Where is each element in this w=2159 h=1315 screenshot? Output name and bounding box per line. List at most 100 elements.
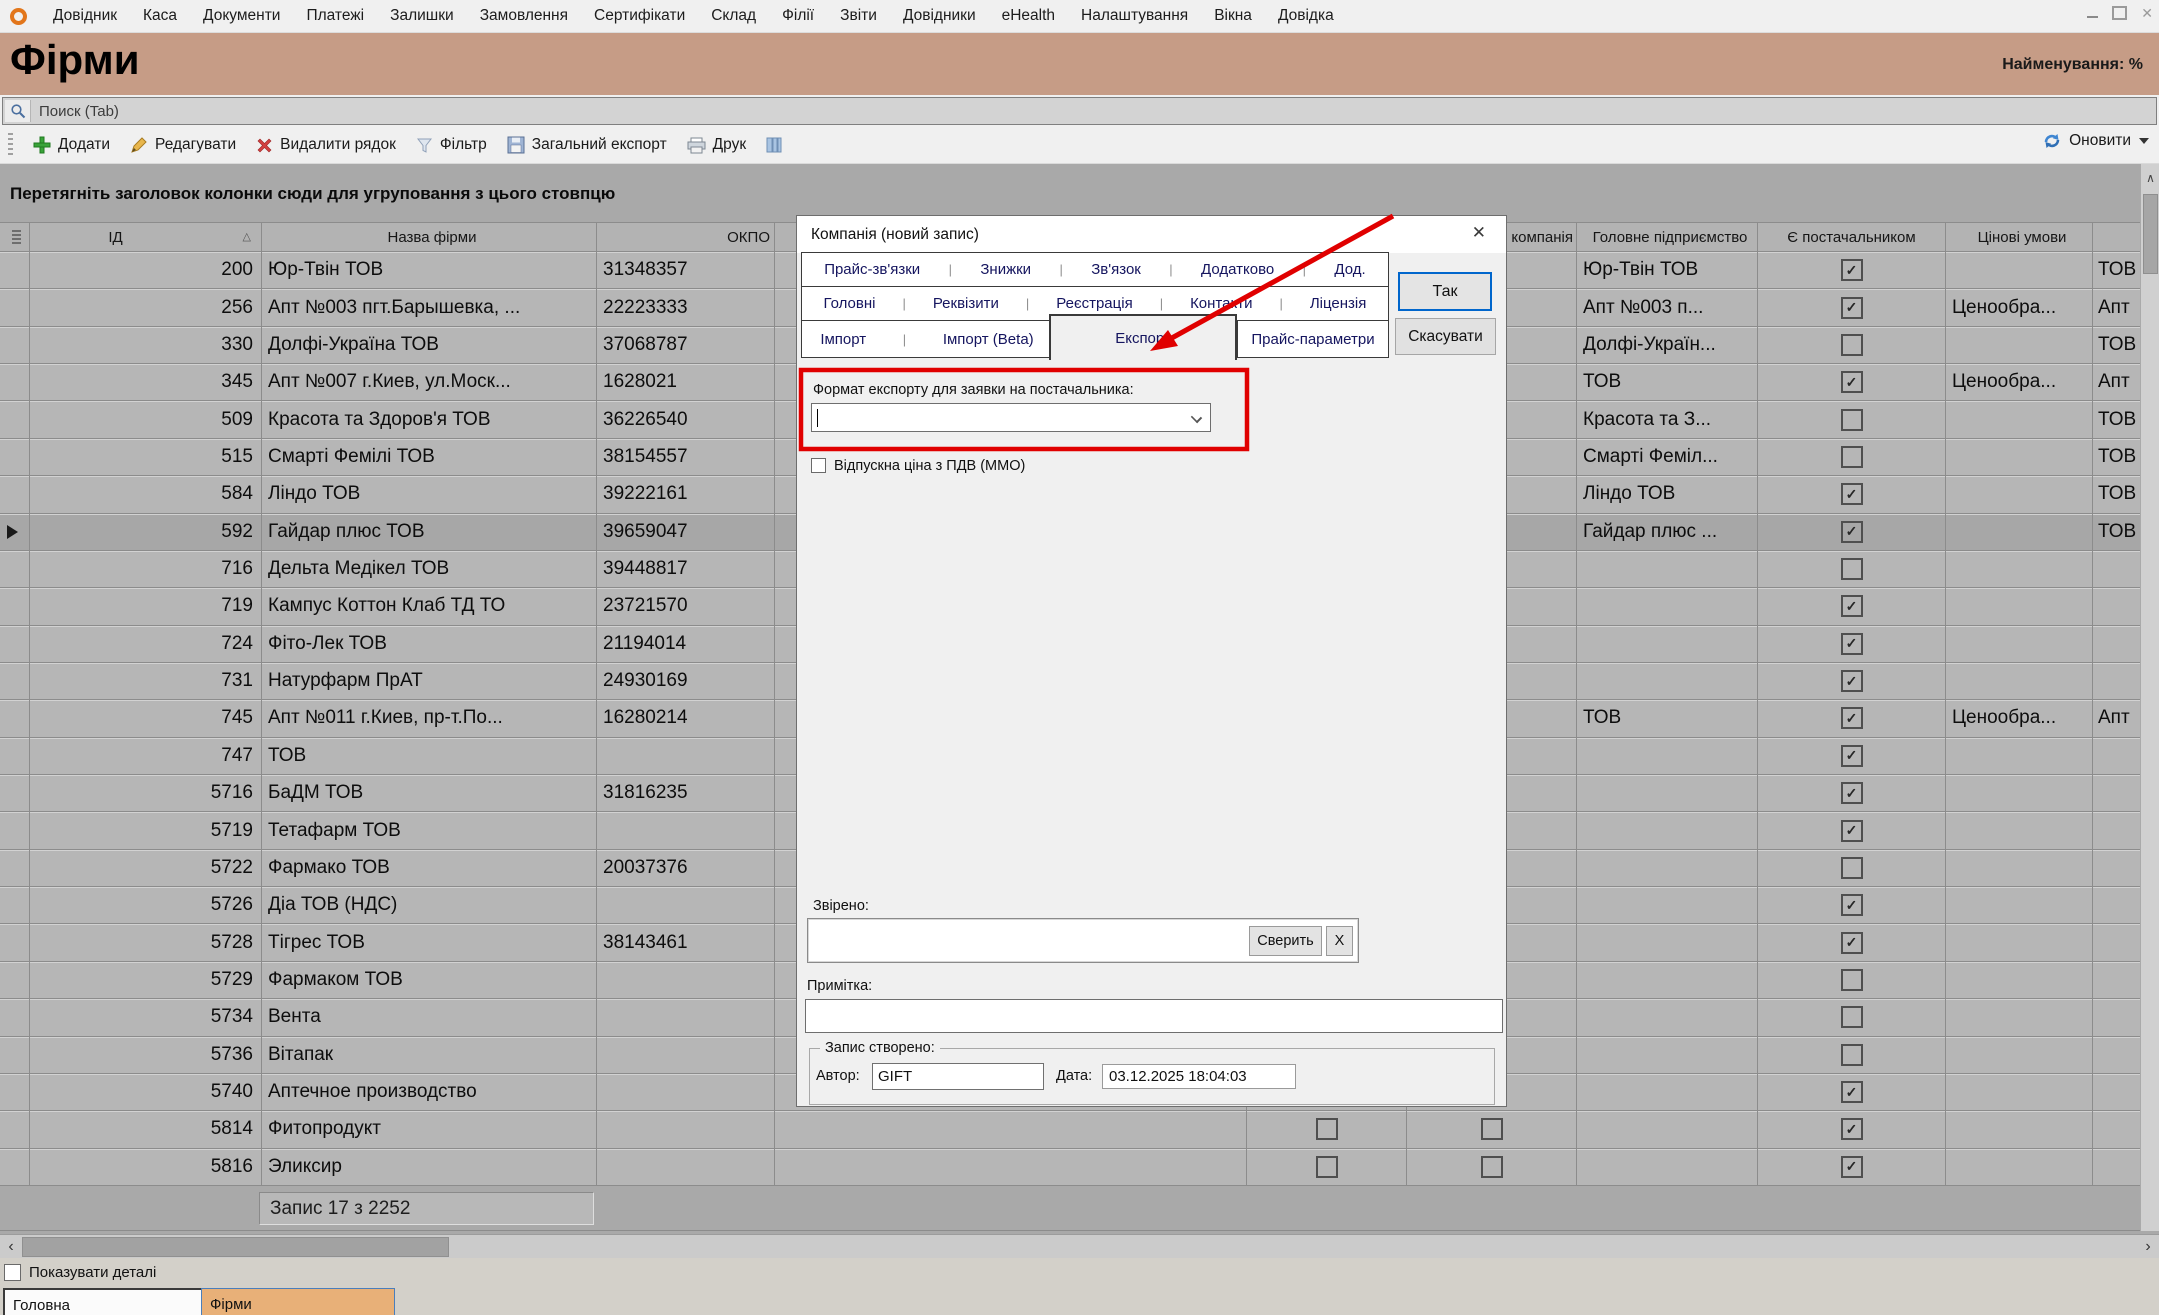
header-terms[interactable]: Цінові умови: [1946, 223, 2093, 251]
dialog-tab[interactable]: Зв'язок: [1091, 261, 1141, 278]
header-type[interactable]: [2093, 223, 2140, 251]
dialog-tab[interactable]: Головні: [823, 295, 875, 312]
refresh-dropdown-icon[interactable]: [2139, 138, 2149, 144]
scroll-left-icon[interactable]: ‹: [0, 1235, 22, 1259]
supplier-checkbox[interactable]: ✓: [1841, 782, 1863, 804]
supplier-checkbox[interactable]: ✓: [1841, 707, 1863, 729]
supplier-checkbox[interactable]: ✓: [1841, 1156, 1863, 1178]
dialog-close-icon[interactable]: ✕: [1472, 223, 1486, 243]
header-supplier[interactable]: Є постачальником: [1758, 223, 1946, 251]
note-input[interactable]: [805, 999, 1503, 1033]
supplier-checkbox[interactable]: [1841, 409, 1863, 431]
supplier-checkbox[interactable]: ✓: [1841, 820, 1863, 842]
supplier-checkbox[interactable]: ✓: [1841, 745, 1863, 767]
supplier-checkbox[interactable]: ✓: [1841, 595, 1863, 617]
dialog-tab[interactable]: Прайс-параметри: [1251, 331, 1374, 348]
verify-button[interactable]: Сверить: [1249, 926, 1322, 956]
restore-icon[interactable]: [2112, 6, 2127, 20]
supplier-checkbox[interactable]: ✓: [1841, 894, 1863, 916]
filter-button[interactable]: Фільтр: [416, 136, 487, 154]
header-parent[interactable]: Головне підприємство: [1577, 223, 1758, 251]
dialog-tab[interactable]: Контакти: [1190, 295, 1252, 312]
columns-icon[interactable]: [766, 137, 782, 153]
company-checkbox[interactable]: [1481, 1156, 1503, 1178]
menu-item[interactable]: Довідник: [53, 7, 117, 25]
menu-item[interactable]: Довідники: [903, 7, 976, 25]
menu-item[interactable]: eHealth: [1002, 7, 1055, 25]
menu-item[interactable]: Склад: [711, 7, 756, 25]
dialog-tab[interactable]: Прайс-зв'язки: [824, 261, 920, 278]
dialog-tab[interactable]: Імпорт: [820, 331, 866, 348]
dialog-tab[interactable]: Знижки: [980, 261, 1031, 278]
dialog-tab[interactable]: Реєстрація: [1056, 295, 1132, 312]
supplier-checkbox[interactable]: ✓: [1841, 371, 1863, 393]
tab-home[interactable]: Головна: [3, 1288, 205, 1315]
supplier-checkbox[interactable]: [1841, 446, 1863, 468]
tab-export-selected[interactable]: Експорт: [1049, 314, 1237, 360]
horizontal-scrollbar[interactable]: ‹ ›: [0, 1234, 2159, 1258]
ok-button[interactable]: Так: [1398, 272, 1492, 311]
dialog-tab[interactable]: Дод.: [1334, 261, 1365, 278]
table-row[interactable]: 5814Фитопродукт✓: [0, 1111, 2140, 1148]
supplier-checkbox[interactable]: [1841, 857, 1863, 879]
refresh-button[interactable]: Оновити: [2042, 131, 2131, 151]
tab-firms[interactable]: Фірми: [201, 1288, 395, 1315]
supplier-checkbox[interactable]: [1841, 558, 1863, 580]
header-id[interactable]: ІД△: [30, 223, 262, 251]
supplier-checkbox[interactable]: ✓: [1841, 259, 1863, 281]
dialog-tab[interactable]: Реквізити: [933, 295, 999, 312]
supplier-checkbox[interactable]: ✓: [1841, 521, 1863, 543]
dialog-tab[interactable]: Імпорт (Beta): [943, 331, 1034, 348]
toolbar-grip[interactable]: [8, 133, 13, 157]
scroll-up-icon[interactable]: ∧: [2141, 168, 2159, 188]
horizontal-scroll-thumb[interactable]: [22, 1237, 449, 1257]
export-format-combobox[interactable]: [811, 403, 1211, 432]
menu-item[interactable]: Звіти: [840, 7, 877, 25]
menu-item[interactable]: Каса: [143, 7, 177, 25]
table-row[interactable]: 5816Эликсир✓: [0, 1149, 2140, 1186]
edit-button[interactable]: Редагувати: [130, 136, 236, 154]
menu-item[interactable]: Налаштування: [1081, 7, 1188, 25]
clear-verify-button[interactable]: X: [1326, 926, 1353, 956]
grid-options-icon[interactable]: [12, 230, 21, 244]
supplier-checkbox[interactable]: ✓: [1841, 1118, 1863, 1140]
vertical-scrollbar[interactable]: ∧: [2140, 164, 2159, 1231]
delete-row-button[interactable]: Видалити рядок: [256, 136, 396, 154]
supplier-checkbox[interactable]: ✓: [1841, 297, 1863, 319]
supplier-checkbox[interactable]: [1841, 1006, 1863, 1028]
search-input[interactable]: Поиск (Tab): [2, 97, 2157, 125]
supplier-checkbox[interactable]: ✓: [1841, 633, 1863, 655]
menu-item[interactable]: Довідка: [1278, 7, 1334, 25]
date-input[interactable]: 03.12.2025 18:04:03: [1102, 1064, 1296, 1089]
add-button[interactable]: Додати: [33, 136, 110, 154]
menu-item[interactable]: Платежі: [306, 7, 364, 25]
supplier-checkbox[interactable]: ✓: [1841, 1081, 1863, 1103]
menu-item[interactable]: Замовлення: [480, 7, 568, 25]
company-checkbox[interactable]: [1481, 1118, 1503, 1140]
hidden-checkbox[interactable]: [1316, 1118, 1338, 1140]
supplier-checkbox[interactable]: ✓: [1841, 932, 1863, 954]
vat-checkbox[interactable]: [811, 458, 826, 473]
dialog-tab[interactable]: Додатково: [1201, 261, 1274, 278]
minimize-icon[interactable]: [2087, 16, 2098, 18]
supplier-checkbox[interactable]: [1841, 969, 1863, 991]
scroll-right-icon[interactable]: ›: [2137, 1235, 2159, 1259]
show-details-checkbox[interactable]: [4, 1264, 21, 1281]
chevron-down-icon[interactable]: [1191, 412, 1202, 423]
header-name[interactable]: Назва фірми: [262, 223, 597, 251]
header-okpo[interactable]: ОКПО: [597, 223, 775, 251]
menu-item[interactable]: Документи: [203, 7, 280, 25]
author-input[interactable]: GIFT: [872, 1063, 1044, 1090]
dialog-tab[interactable]: Ліцензія: [1310, 295, 1367, 312]
menu-item[interactable]: Вікна: [1214, 7, 1252, 25]
vertical-scroll-thumb[interactable]: [2143, 194, 2158, 274]
close-icon[interactable]: ✕: [2141, 6, 2153, 20]
supplier-checkbox[interactable]: [1841, 334, 1863, 356]
menu-item[interactable]: Філії: [782, 7, 814, 25]
supplier-checkbox[interactable]: ✓: [1841, 670, 1863, 692]
export-button[interactable]: Загальний експорт: [507, 136, 667, 154]
menu-item[interactable]: Сертифікати: [594, 7, 685, 25]
supplier-checkbox[interactable]: [1841, 1044, 1863, 1066]
supplier-checkbox[interactable]: ✓: [1841, 483, 1863, 505]
print-button[interactable]: Друк: [687, 136, 746, 154]
